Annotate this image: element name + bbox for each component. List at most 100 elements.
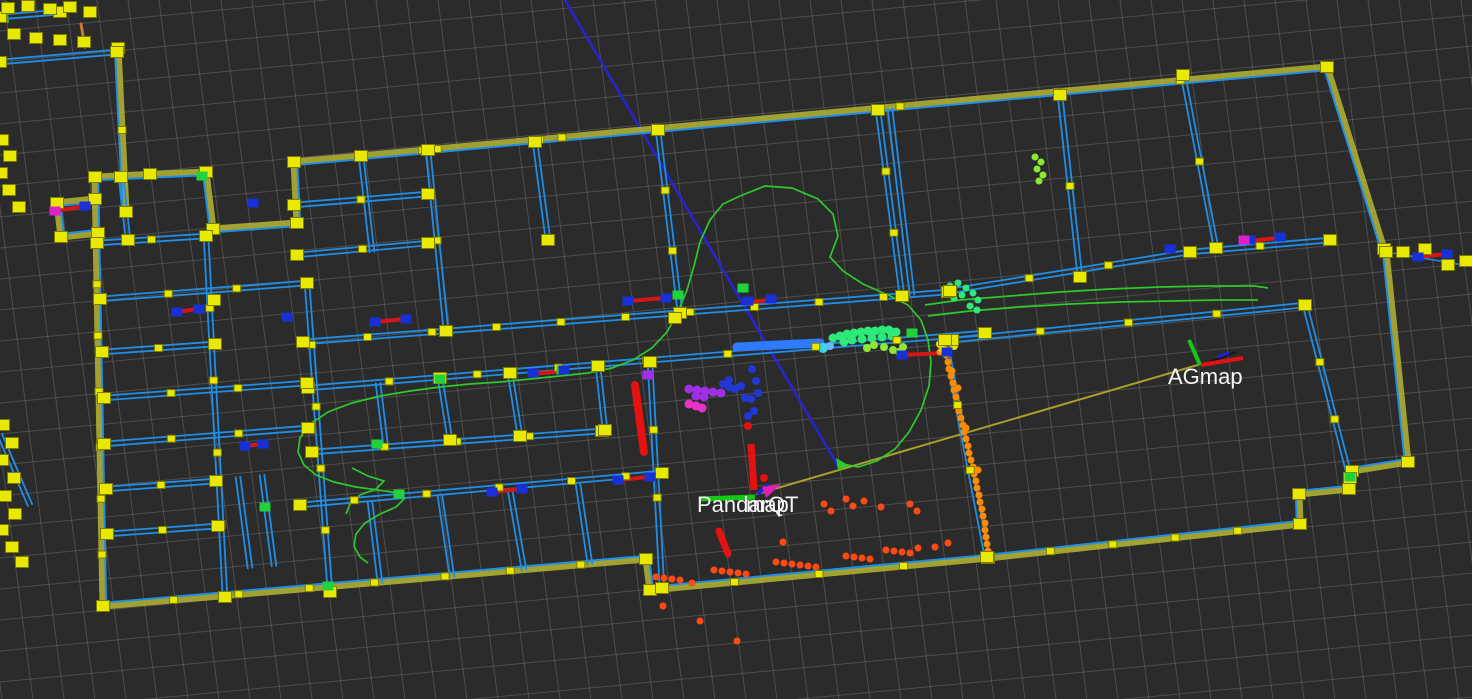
graph-node-tick — [1036, 328, 1044, 335]
graph-node — [1074, 272, 1087, 283]
blue-marker-cube — [172, 308, 183, 317]
graph-node — [44, 4, 57, 15]
blue-marker-cube — [528, 369, 539, 378]
graph-node — [504, 368, 517, 379]
blue-marker-cube — [240, 442, 251, 451]
green-marker-cube — [738, 284, 749, 293]
graph-node — [1460, 256, 1472, 267]
graph-node — [212, 521, 225, 532]
graph-node-tick — [731, 579, 739, 586]
graph-node-tick — [423, 490, 431, 497]
graph-node-tick — [94, 332, 102, 339]
blue-marker-cube — [1442, 250, 1453, 259]
graph-node-tick — [661, 187, 669, 194]
graph-node-tick — [385, 378, 393, 385]
blue-marker-cube — [1275, 233, 1286, 242]
graph-node-tick — [371, 579, 379, 586]
green-marker-cube — [394, 490, 405, 499]
blue-marker-cube — [766, 295, 777, 304]
graph-node — [200, 231, 213, 242]
rviz-3d-viewport[interactable]: PandarQTmapAGmap — [0, 0, 1472, 699]
graph-node — [4, 151, 17, 162]
graph-node — [297, 337, 310, 348]
graph-node-tick — [359, 246, 367, 253]
blue-marker-cube — [897, 351, 908, 360]
graph-node-tick — [213, 449, 221, 456]
graph-node — [30, 33, 43, 44]
graph-node-tick — [622, 314, 630, 321]
blue-marker-cube — [282, 313, 293, 322]
graph-node — [656, 468, 669, 479]
graph-node — [1324, 235, 1337, 246]
graph-node — [291, 250, 304, 261]
graph-node-tick — [558, 134, 566, 141]
graph-node-tick — [350, 497, 358, 504]
graph-node-tick — [568, 478, 576, 485]
graph-node — [111, 47, 124, 58]
graph-node-tick — [1331, 416, 1339, 423]
graph-node — [8, 473, 21, 484]
graph-node — [6, 438, 19, 449]
graph-node-tick — [882, 168, 890, 175]
graph-node-tick — [235, 591, 243, 598]
graph-node-tick — [653, 494, 661, 501]
graph-node — [64, 2, 77, 13]
graph-node-tick — [233, 285, 241, 292]
graph-node — [8, 29, 21, 40]
graph-node-tick — [157, 482, 165, 489]
graph-node-tick — [1256, 243, 1264, 250]
graph-node — [120, 207, 133, 218]
graph-node — [91, 238, 104, 249]
graph-node-tick — [170, 596, 178, 603]
rviz-window: PandarQTmapAGmap — [0, 0, 1472, 699]
graph-node — [0, 135, 9, 146]
blue-marker-cube — [942, 348, 953, 357]
blue-marker-cube — [661, 294, 672, 303]
graph-node — [514, 431, 527, 442]
graph-node — [55, 232, 68, 243]
graph-node-tick — [235, 430, 243, 437]
graph-node — [115, 172, 128, 183]
graph-node — [1397, 247, 1410, 258]
graph-node — [16, 557, 29, 568]
graph-node-tick — [896, 103, 904, 110]
graph-node — [422, 145, 435, 156]
graph-node-tick — [650, 426, 658, 433]
graph-node — [89, 172, 102, 183]
graph-node-tick — [159, 527, 167, 534]
graph-node — [1177, 70, 1190, 81]
graph-node — [1380, 247, 1393, 258]
graph-node — [896, 291, 909, 302]
green-marker-cube — [435, 375, 446, 384]
graph-node — [669, 313, 682, 324]
graph-node — [640, 554, 653, 565]
graph-node-tick — [1104, 262, 1112, 269]
graph-node-tick — [357, 196, 365, 203]
graph-node-tick — [1196, 158, 1204, 165]
graph-node-tick — [815, 299, 823, 306]
blue-marker-cube — [80, 202, 91, 211]
graph-node-tick — [880, 294, 888, 301]
graph-node — [100, 484, 113, 495]
graph-node-tick — [493, 324, 501, 331]
graph-node-tick — [954, 402, 962, 409]
graph-node — [652, 125, 665, 136]
blue-marker-cube — [194, 305, 205, 314]
graph-node — [98, 439, 111, 450]
graph-node — [294, 500, 307, 511]
graph-node — [444, 435, 457, 446]
graph-node-tick — [93, 281, 101, 288]
graph-node-tick — [1171, 534, 1179, 541]
graph-node-tick — [441, 573, 449, 580]
graph-node-tick — [321, 527, 329, 534]
graph-node — [592, 361, 605, 372]
graph-node — [2, 3, 15, 14]
graph-node — [0, 57, 7, 68]
graph-node-tick — [1234, 527, 1242, 534]
blue-marker-cube — [248, 199, 259, 208]
graph-node — [939, 335, 952, 346]
graph-node — [944, 286, 957, 297]
blue-marker-cube — [1165, 245, 1176, 254]
graph-node-tick — [890, 229, 898, 236]
green-marker-cube — [323, 582, 334, 591]
